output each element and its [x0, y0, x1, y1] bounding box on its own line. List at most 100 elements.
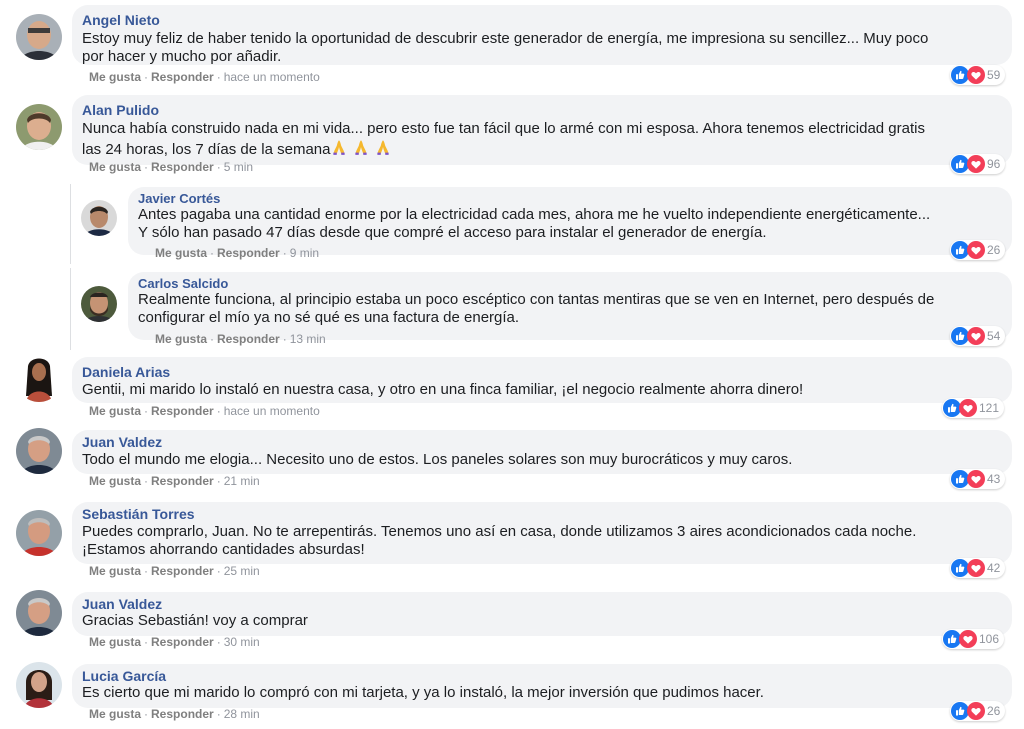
- comment-text: Y sólo han pasado 47 días desde que comp…: [138, 224, 767, 241]
- reaction-count: 26: [987, 243, 1001, 257]
- reaction-count: 121: [979, 401, 1000, 415]
- comment: Angel Nieto Estoy muy feliz de haber ten…: [0, 0, 1024, 88]
- reaction-summary[interactable]: 59: [950, 65, 1006, 85]
- reply-button[interactable]: Responder: [151, 474, 214, 488]
- comment-text: Nunca había construido nada en mi vida..…: [82, 120, 925, 137]
- comment-actions: Me gusta · Responder · 30 min: [89, 635, 260, 649]
- avatar[interactable]: [16, 104, 62, 150]
- comment-text: Es cierto que mi marido lo compró con mi…: [82, 684, 764, 701]
- timestamp[interactable]: 5 min: [224, 160, 253, 174]
- comment-text: Todo el mundo me elogia... Necesito uno …: [82, 451, 793, 468]
- comment-author[interactable]: Alan Pulido: [82, 102, 159, 118]
- reply-button[interactable]: Responder: [151, 70, 214, 84]
- comment-author[interactable]: Carlos Salcido: [138, 276, 228, 291]
- comment-text: por hacer y mucho por añadir.: [82, 48, 282, 65]
- comment-text-line: las 24 horas, los 7 días de la semana: [82, 138, 392, 159]
- comment: Daniela Arias Gentii, mi marido lo insta…: [0, 352, 1024, 424]
- love-icon: [967, 470, 985, 488]
- reaction-summary[interactable]: 26: [950, 240, 1006, 260]
- avatar[interactable]: [81, 200, 117, 236]
- reaction-summary[interactable]: 26: [950, 701, 1006, 721]
- comment-actions: Me gusta · Responder · 9 min: [155, 246, 320, 260]
- comment-actions: Me gusta · Responder · 21 min: [89, 474, 260, 488]
- reply-button[interactable]: Responder: [151, 160, 214, 174]
- timestamp[interactable]: hace un momento: [224, 70, 320, 84]
- reply-button[interactable]: Responder: [217, 246, 280, 260]
- reply-button[interactable]: Responder: [151, 635, 214, 649]
- comment-text: Gentii, mi marido lo instaló en nuestra …: [82, 381, 804, 398]
- love-icon: [959, 630, 977, 648]
- reaction-count: 42: [987, 561, 1001, 575]
- reaction-count: 59: [987, 68, 1001, 82]
- reply-comment: Javier Cortés Antes pagaba una cantidad …: [0, 180, 1024, 266]
- timestamp[interactable]: 30 min: [224, 635, 260, 649]
- like-button[interactable]: Me gusta: [155, 246, 207, 260]
- reaction-count: 96: [987, 157, 1001, 171]
- comment: Lucia García Es cierto que mi marido lo …: [0, 658, 1024, 729]
- comment-author[interactable]: Lucia García: [82, 668, 166, 684]
- comment-author[interactable]: Javier Cortés: [138, 191, 220, 206]
- like-button[interactable]: Me gusta: [155, 332, 207, 346]
- like-button[interactable]: Me gusta: [89, 404, 141, 418]
- comment-actions: Me gusta · Responder · hace un momento: [89, 70, 320, 84]
- reaction-summary[interactable]: 96: [950, 154, 1006, 174]
- reply-button[interactable]: Responder: [217, 332, 280, 346]
- avatar[interactable]: [16, 428, 62, 474]
- comment-text: Puedes comprarlo, Juan. No te arrepentir…: [82, 523, 917, 540]
- praying-hands-icon: [374, 138, 392, 156]
- avatar[interactable]: [16, 356, 62, 402]
- comment-text: Antes pagaba una cantidad enorme por la …: [138, 206, 931, 223]
- comment: Juan Valdez Gracias Sebastián! voy a com…: [0, 586, 1024, 658]
- reply-button[interactable]: Responder: [151, 404, 214, 418]
- love-icon: [959, 399, 977, 417]
- comment-author[interactable]: Daniela Arias: [82, 364, 170, 380]
- comment: Alan Pulido Nunca había construido nada …: [0, 88, 1024, 180]
- timestamp[interactable]: 21 min: [224, 474, 260, 488]
- reaction-count: 43: [987, 472, 1001, 486]
- reaction-count: 106: [979, 632, 1000, 646]
- reaction-count: 54: [987, 329, 1001, 343]
- like-button[interactable]: Me gusta: [89, 160, 141, 174]
- comment: Sebastián Torres Puedes comprarlo, Juan.…: [0, 496, 1024, 586]
- timestamp[interactable]: 25 min: [224, 564, 260, 578]
- reply-comment: Carlos Salcido Realmente funciona, al pr…: [0, 266, 1024, 352]
- comment-actions: Me gusta · Responder · 5 min: [89, 160, 254, 174]
- comment-actions: Me gusta · Responder · hace un momento: [89, 404, 320, 418]
- reaction-count: 26: [987, 704, 1001, 718]
- avatar[interactable]: [16, 510, 62, 556]
- avatar[interactable]: [16, 662, 62, 708]
- like-button[interactable]: Me gusta: [89, 564, 141, 578]
- reply-button[interactable]: Responder: [151, 707, 214, 721]
- timestamp[interactable]: 13 min: [290, 332, 326, 346]
- love-icon: [967, 155, 985, 173]
- comment-author[interactable]: Angel Nieto: [82, 12, 160, 28]
- timestamp[interactable]: hace un momento: [224, 404, 320, 418]
- reaction-summary[interactable]: 43: [950, 469, 1006, 489]
- like-button[interactable]: Me gusta: [89, 70, 141, 84]
- reaction-summary[interactable]: 42: [950, 558, 1006, 578]
- love-icon: [967, 327, 985, 345]
- reply-button[interactable]: Responder: [151, 564, 214, 578]
- like-button[interactable]: Me gusta: [89, 474, 141, 488]
- like-button[interactable]: Me gusta: [89, 707, 141, 721]
- comment-text: Realmente funciona, al principio estaba …: [138, 291, 935, 308]
- reaction-summary[interactable]: 121: [942, 398, 1005, 418]
- comment-actions: Me gusta · Responder · 25 min: [89, 564, 260, 578]
- reaction-summary[interactable]: 106: [942, 629, 1005, 649]
- avatar[interactable]: [81, 286, 117, 322]
- comment-author[interactable]: Juan Valdez: [82, 434, 162, 450]
- comment-actions: Me gusta · Responder · 28 min: [89, 707, 260, 721]
- love-icon: [967, 241, 985, 259]
- like-button[interactable]: Me gusta: [89, 635, 141, 649]
- timestamp[interactable]: 28 min: [224, 707, 260, 721]
- avatar[interactable]: [16, 590, 62, 636]
- comment: Juan Valdez Todo el mundo me elogia... N…: [0, 424, 1024, 496]
- comment-actions: Me gusta · Responder · 13 min: [155, 332, 326, 346]
- comment-author[interactable]: Juan Valdez: [82, 596, 162, 612]
- comment-text: configurar el mío ya no sé qué es una fa…: [138, 309, 520, 326]
- timestamp[interactable]: 9 min: [290, 246, 319, 260]
- comment-text: ¡Estamos ahorrando cantidades absurdas!: [82, 541, 365, 558]
- reaction-summary[interactable]: 54: [950, 326, 1006, 346]
- avatar[interactable]: [16, 14, 62, 60]
- comment-author[interactable]: Sebastián Torres: [82, 506, 195, 522]
